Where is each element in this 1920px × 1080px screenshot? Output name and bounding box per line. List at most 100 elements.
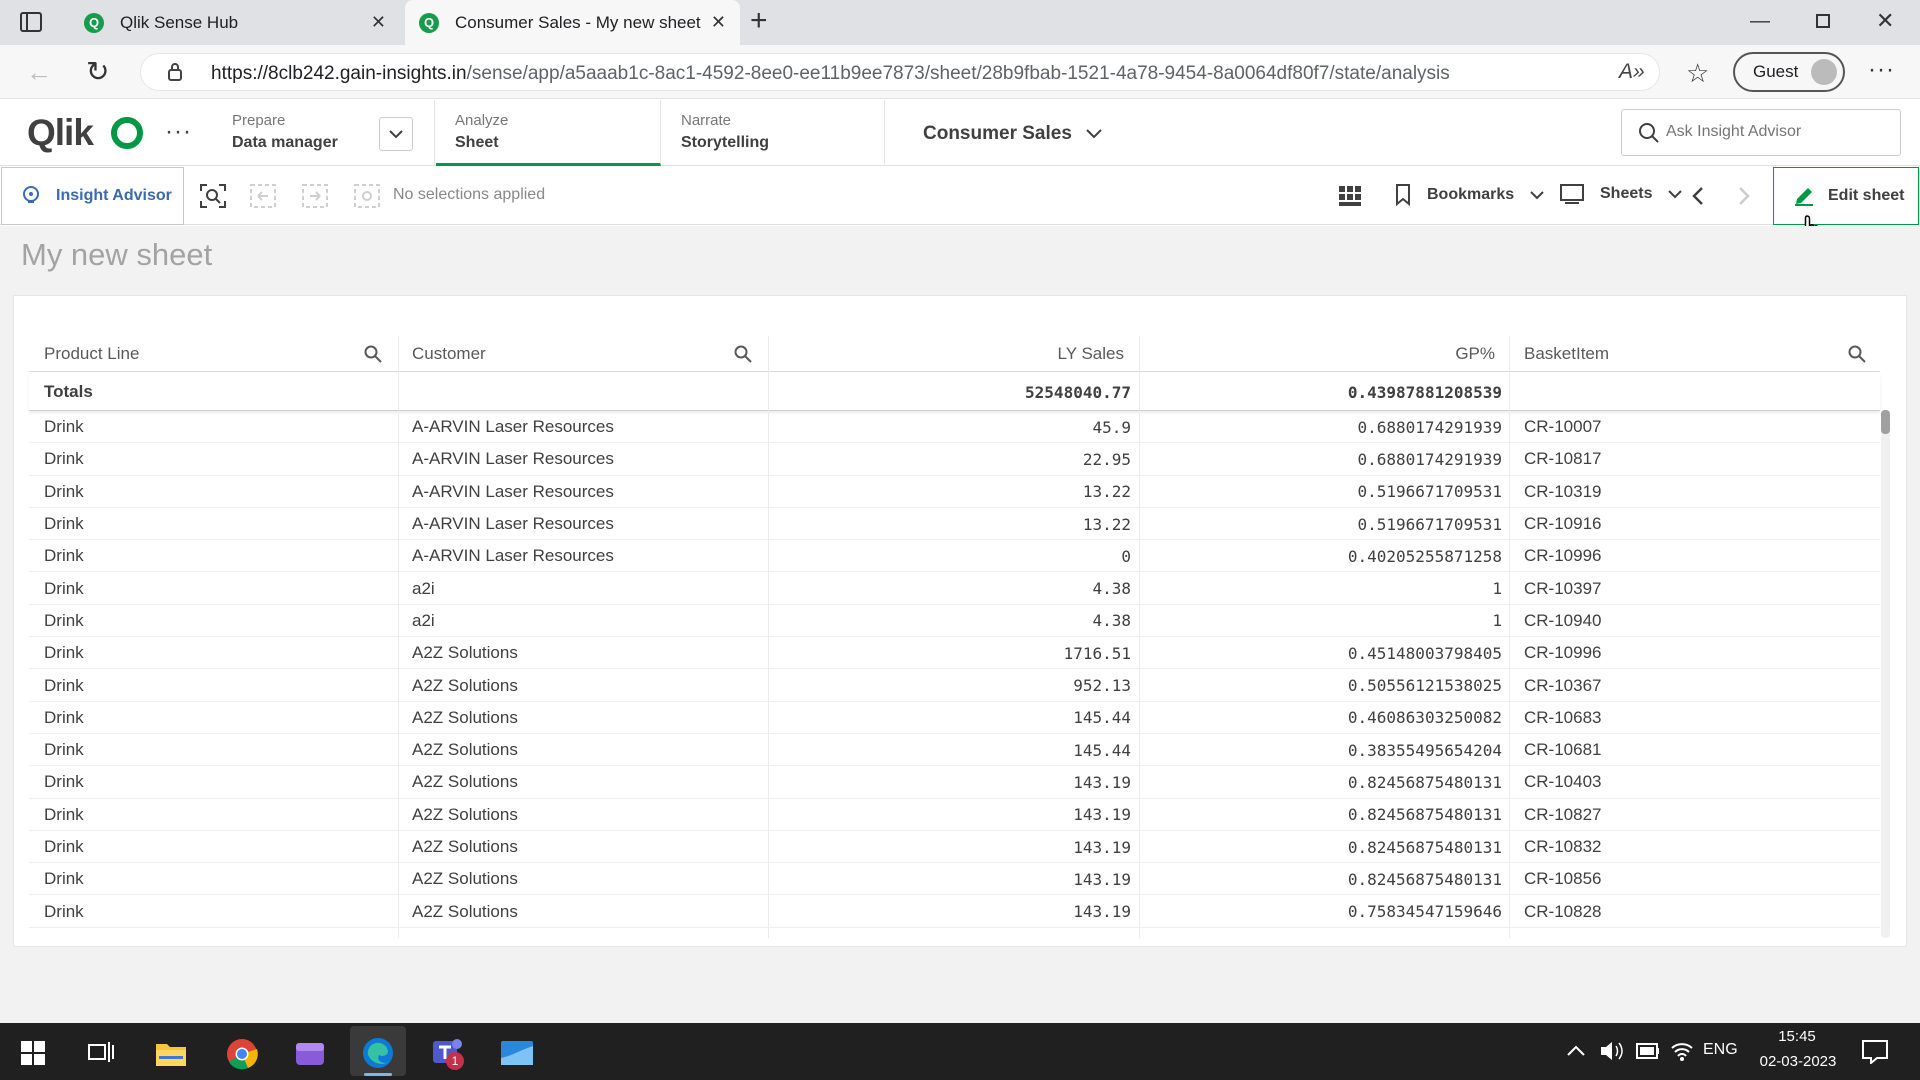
bookmarks-button[interactable]: Bookmarks: [1395, 184, 1544, 206]
cell-ly-sales[interactable]: 13.22: [775, 508, 1131, 540]
next-sheet-icon[interactable]: [1738, 187, 1750, 205]
address-bar[interactable]: https://8clb242.gain-insights.in/sense/a…: [140, 53, 1660, 91]
close-tab-icon[interactable]: ✕: [711, 12, 726, 33]
search-icon[interactable]: [1848, 345, 1866, 363]
cell-basketitem[interactable]: CR-10319: [1524, 476, 1602, 508]
cell-customer[interactable]: a2i: [412, 573, 435, 605]
cell-product-line[interactable]: Drink: [44, 605, 84, 637]
previous-sheet-icon[interactable]: [1692, 187, 1704, 205]
cell-ly-sales[interactable]: 143.19: [775, 896, 1131, 928]
cell-gp[interactable]: 0.75834547159646: [1145, 896, 1502, 928]
cell-product-line[interactable]: Drink: [44, 831, 84, 863]
cell-ly-sales[interactable]: 145.44: [775, 734, 1131, 766]
step-back-icon[interactable]: [250, 184, 276, 208]
cell-customer[interactable]: A2Z Solutions: [412, 896, 518, 928]
cell-ly-sales[interactable]: 145.44: [775, 702, 1131, 734]
cell-basketitem[interactable]: CR-10827: [1524, 799, 1602, 831]
media-app-icon[interactable]: [294, 1039, 326, 1067]
cell-gp[interactable]: 0.40205255871258: [1145, 540, 1502, 572]
qlik-logo[interactable]: Qlik: [27, 112, 143, 154]
cell-gp[interactable]: 0.46086303250082: [1145, 702, 1502, 734]
grid-view-icon[interactable]: [1338, 185, 1362, 207]
cell-basketitem[interactable]: CR-10828: [1524, 896, 1602, 928]
column-header-customer[interactable]: Customer: [412, 336, 752, 372]
edit-sheet-button[interactable]: Edit sheet: [1773, 167, 1919, 225]
chevron-down-icon[interactable]: [379, 117, 413, 151]
clear-selections-icon[interactable]: [354, 184, 380, 208]
cell-basketitem[interactable]: CR-10832: [1524, 831, 1602, 863]
column-header-ly-sales[interactable]: LY Sales: [775, 336, 1124, 372]
cell-product-line[interactable]: Drink: [44, 476, 84, 508]
cell-basketitem[interactable]: CR-10817: [1524, 443, 1602, 475]
cell-product-line[interactable]: Drink: [44, 896, 84, 928]
clock-date[interactable]: 02-03-2023: [1752, 1053, 1844, 1070]
chrome-icon[interactable]: [226, 1038, 258, 1070]
cell-ly-sales[interactable]: 45.9: [775, 411, 1131, 443]
cell-product-line[interactable]: Drink: [44, 573, 84, 605]
cell-basketitem[interactable]: CR-10367: [1524, 669, 1602, 701]
tab-qlik-sense-hub[interactable]: Q Qlik Sense Hub ✕: [70, 0, 400, 45]
cell-ly-sales[interactable]: 13.22: [775, 476, 1131, 508]
cell-gp[interactable]: 0.50556121538025: [1145, 669, 1502, 701]
cell-ly-sales[interactable]: 4.38: [775, 573, 1131, 605]
cell-customer[interactable]: A2Z Solutions: [412, 831, 518, 863]
column-header-gp[interactable]: GP%: [1145, 336, 1495, 372]
minimize-icon[interactable]: —: [1750, 10, 1770, 33]
cell-basketitem[interactable]: CR-10856: [1524, 863, 1602, 895]
windows-start-icon[interactable]: [21, 1041, 45, 1065]
cell-basketitem[interactable]: CR-10007: [1524, 411, 1602, 443]
cell-gp[interactable]: 1: [1145, 573, 1502, 605]
cell-basketitem[interactable]: CR-10996: [1524, 637, 1602, 669]
cell-customer[interactable]: A2Z Solutions: [412, 734, 518, 766]
cell-gp[interactable]: 0.82456875480131: [1145, 863, 1502, 895]
cell-product-line[interactable]: Drink: [44, 508, 84, 540]
cell-customer[interactable]: A-ARVIN Laser Resources: [412, 540, 614, 572]
clock-time[interactable]: 15:45: [1757, 1028, 1837, 1045]
cell-basketitem[interactable]: CR-10996: [1524, 540, 1602, 572]
cell-ly-sales[interactable]: 0: [775, 540, 1131, 572]
tab-consumer-sales[interactable]: Q Consumer Sales - My new sheet ✕: [405, 0, 740, 45]
cell-customer[interactable]: A2Z Solutions: [412, 702, 518, 734]
cell-product-line[interactable]: Drink: [44, 443, 84, 475]
cell-gp[interactable]: 0.45148003798405: [1145, 637, 1502, 669]
insight-advisor-button[interactable]: Insight Advisor: [1, 167, 184, 225]
battery-icon[interactable]: [1636, 1043, 1660, 1059]
cell-ly-sales[interactable]: 143.19: [775, 766, 1131, 798]
app-title-dropdown[interactable]: Consumer Sales: [923, 123, 1102, 145]
scrollbar-thumb[interactable]: [1881, 410, 1890, 434]
cell-product-line[interactable]: Drink: [44, 734, 84, 766]
back-icon[interactable]: ←: [26, 57, 52, 88]
close-window-icon[interactable]: ✕: [1876, 8, 1894, 34]
cell-gp[interactable]: 0.38355495654204: [1145, 734, 1502, 766]
cell-product-line[interactable]: Drink: [44, 411, 84, 443]
cell-gp[interactable]: 0.6880174291939: [1145, 443, 1503, 475]
cell-customer[interactable]: A-ARVIN Laser Resources: [412, 476, 614, 508]
cell-product-line[interactable]: Drink: [44, 540, 84, 572]
wifi-icon[interactable]: [1670, 1040, 1694, 1062]
insight-search-input[interactable]: [1666, 120, 1886, 144]
cell-gp[interactable]: 0.82456875480131: [1145, 831, 1502, 863]
cell-ly-sales[interactable]: 1716.51: [775, 637, 1131, 669]
task-view-icon[interactable]: [88, 1041, 114, 1065]
cell-gp[interactable]: 0.82456875480131: [1145, 799, 1502, 831]
smart-search-icon[interactable]: [200, 184, 226, 208]
notifications-icon[interactable]: [1862, 1040, 1888, 1064]
cell-basketitem[interactable]: CR-10683: [1524, 702, 1602, 734]
remote-desktop-icon[interactable]: [500, 1040, 534, 1066]
cell-gp[interactable]: 1: [1145, 605, 1502, 637]
cell-customer[interactable]: A-ARVIN Laser Resources: [412, 411, 614, 443]
cell-basketitem[interactable]: CR-10397: [1524, 573, 1602, 605]
cell-ly-sales[interactable]: 952.13: [775, 669, 1131, 701]
cell-ly-sales[interactable]: 143.19: [775, 831, 1131, 863]
cell-gp[interactable]: 0.5196671709531: [1145, 476, 1503, 508]
cell-ly-sales[interactable]: 4.38: [775, 605, 1131, 637]
restore-icon[interactable]: [1816, 14, 1830, 28]
volume-icon[interactable]: [1600, 1040, 1624, 1062]
cell-product-line[interactable]: Drink: [44, 799, 84, 831]
new-tab-icon[interactable]: +: [750, 6, 768, 36]
nav-analyze[interactable]: Analyze Sheet: [436, 100, 661, 166]
nav-narrate[interactable]: Narrate Storytelling: [662, 100, 885, 166]
cell-customer[interactable]: A2Z Solutions: [412, 799, 518, 831]
cell-product-line[interactable]: Drink: [44, 637, 84, 669]
cell-product-line[interactable]: Drink: [44, 669, 84, 701]
